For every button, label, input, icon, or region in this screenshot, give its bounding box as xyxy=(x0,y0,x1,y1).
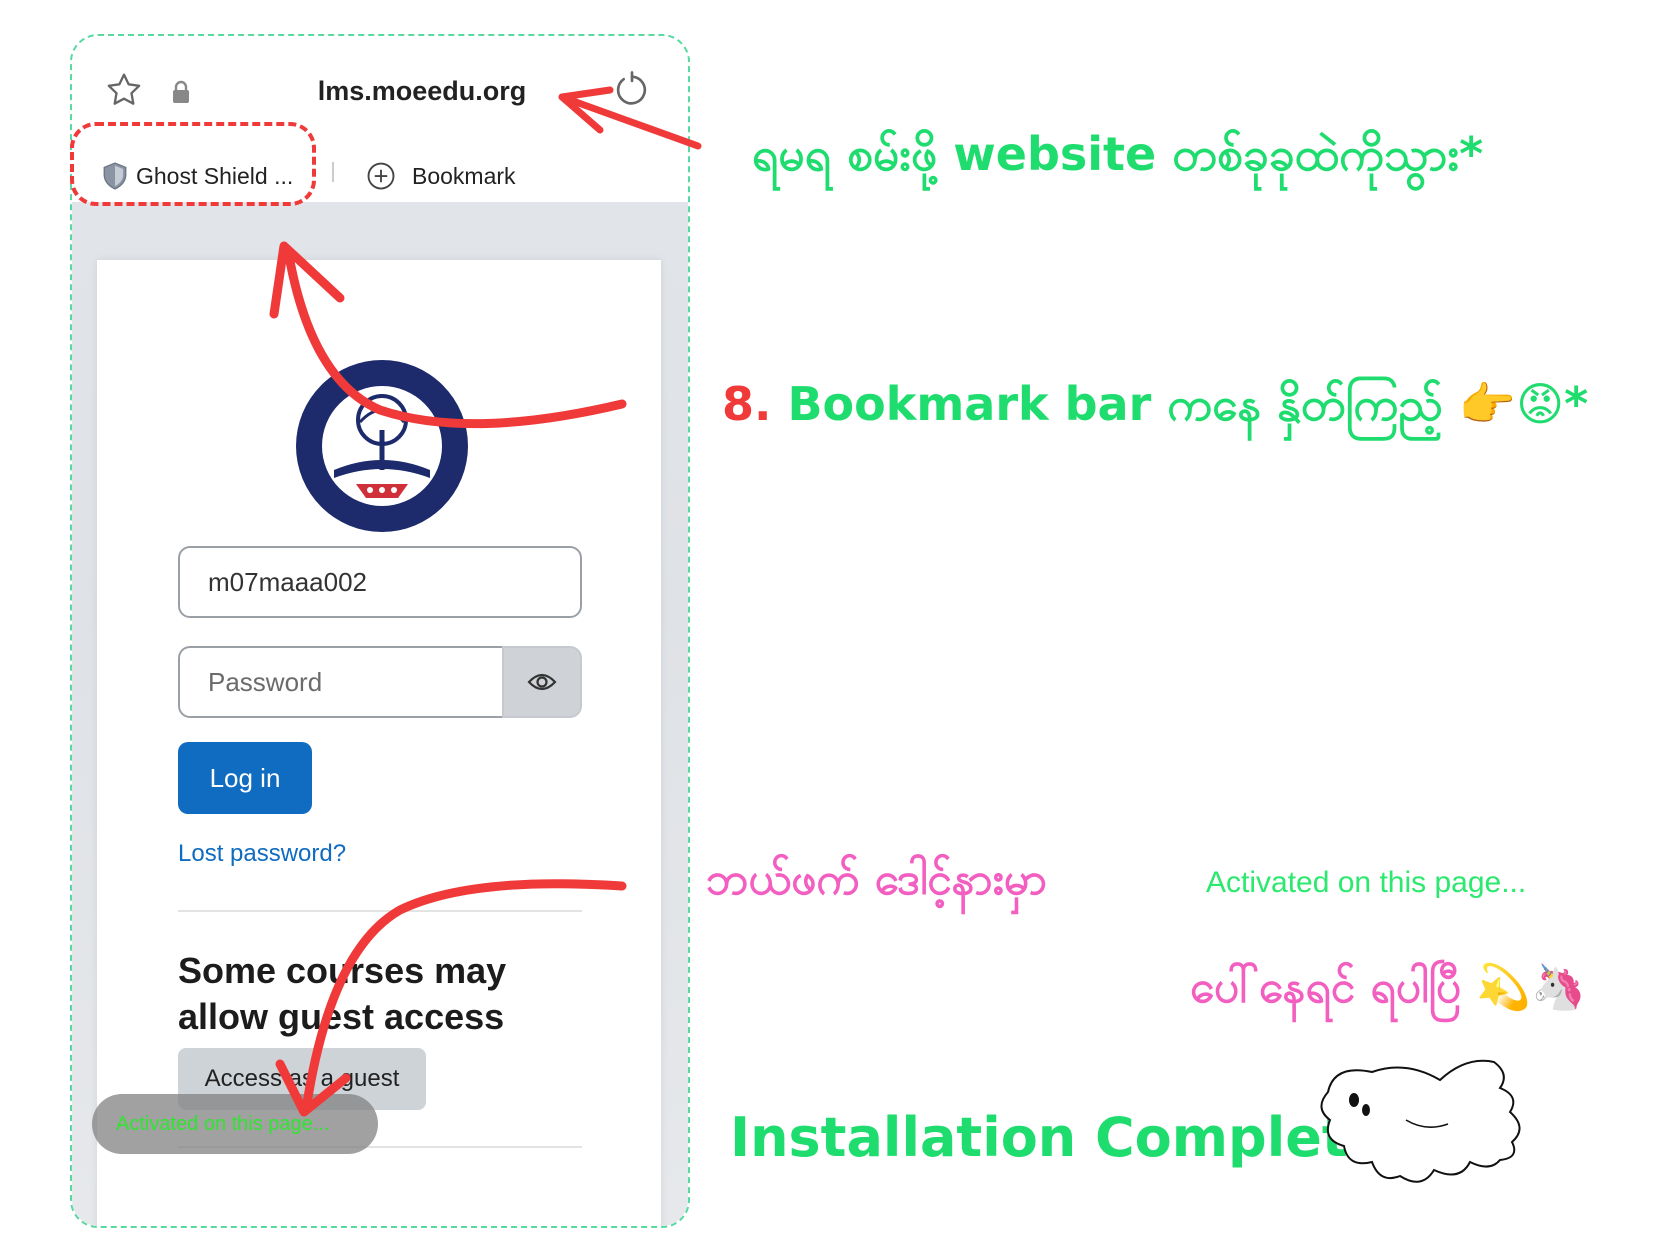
step-number: 8. xyxy=(722,377,772,431)
eye-icon xyxy=(527,673,557,691)
lock-icon xyxy=(173,80,189,103)
complete-text: Installation Complete xyxy=(730,1106,1385,1169)
ghost-icon xyxy=(1320,1059,1521,1183)
browser-frame: lms.moeedu.org Ghost Shield ... Bookmark xyxy=(70,34,690,1228)
password-placeholder: Password xyxy=(208,666,323,697)
username-field[interactable]: m07maaa002 xyxy=(178,546,582,618)
bookmark-separator xyxy=(332,162,334,182)
bookmark-add[interactable]: Bookmark xyxy=(366,156,516,196)
lost-password-link[interactable]: Lost password? xyxy=(178,840,346,868)
divider xyxy=(178,910,582,912)
instruction-caption: ဘယ်ဖက် ဒေါင့်နားမှာ xyxy=(706,854,1047,905)
bookmark-label: Bookmark xyxy=(412,162,516,189)
activation-toast: Activated on this page... xyxy=(92,1094,378,1154)
url-text[interactable]: lms.moeedu.org xyxy=(272,76,572,107)
password-field[interactable]: Password xyxy=(178,646,505,718)
instruction-caption: ပေါ်နေရင် ရပါပြီ 💫🦄 xyxy=(1190,962,1586,1013)
bookmark-highlight xyxy=(70,122,316,206)
address-bar: lms.moeedu.org xyxy=(72,36,688,136)
guest-access-heading: Some courses may allow guest access xyxy=(178,950,507,1037)
activated-sample-text: Activated on this page... xyxy=(1206,866,1527,899)
instruction-caption: 8. Bookmark bar ကနေ နှိတ်ကြည့် 👉😡* xyxy=(722,376,1588,443)
reveal-password-button[interactable] xyxy=(502,646,582,718)
reload-icon[interactable] xyxy=(612,70,652,110)
plus-circle-icon xyxy=(367,162,395,190)
step-text: Bookmark bar ကနေ နှိတ်ကြည့် 👉😡* xyxy=(787,377,1589,431)
login-button[interactable]: Log in xyxy=(178,742,312,814)
ministry-logo xyxy=(296,360,468,532)
star-icon[interactable] xyxy=(104,70,144,110)
instruction-caption: ရမရ စမ်းဖို့ website တစ်ခုခုထဲကိုသွား* xyxy=(752,127,1484,181)
username-value: m07maaa002 xyxy=(208,566,367,597)
installation-complete: Installation Complete* xyxy=(730,1106,1405,1169)
